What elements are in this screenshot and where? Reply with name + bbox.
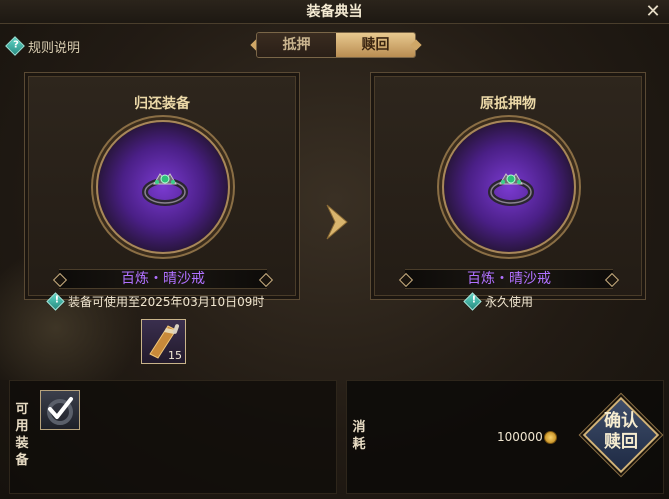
- available-equipment-area: 可用装备: [9, 380, 337, 494]
- permanent-info: ! 永久使用: [463, 291, 534, 311]
- return-equipment-panel: 归还装备 百炼・晴沙戒: [24, 72, 300, 300]
- scroll-quantity: 15: [168, 349, 182, 362]
- chevron-right-icon: [326, 204, 348, 240]
- window-title: 装备典当: [306, 4, 363, 20]
- permanent-text: 永久使用: [485, 294, 534, 309]
- original-collateral-panel: 原抵押物 百炼・晴沙戒: [370, 72, 646, 300]
- equipped-check-icon: [47, 397, 73, 425]
- confirm-button-label: 确认 赎回: [604, 411, 638, 452]
- item-medallion-right[interactable]: [442, 120, 576, 254]
- tab-redeem[interactable]: 赎回: [336, 33, 415, 57]
- cost-value: 100000: [497, 430, 543, 444]
- help-icon: ?: [5, 36, 25, 56]
- confirm-redeem-button[interactable]: 确认 赎回: [582, 396, 660, 474]
- panel-title-original: 原抵押物: [480, 96, 536, 112]
- window-titlebar: 装备典当 ✕: [0, 0, 669, 24]
- coin-icon: [544, 431, 557, 444]
- available-equipment-label: 可用装备: [15, 402, 29, 468]
- expiry-text: 装备可使用至2025年03月10日09时: [68, 294, 265, 309]
- close-button[interactable]: ✕: [643, 2, 663, 22]
- item-name-right: 百炼・晴沙戒: [405, 269, 613, 289]
- ring-icon: [142, 173, 188, 206]
- scroll-item-slot[interactable]: 15: [141, 319, 186, 364]
- equipment-slot[interactable]: [40, 390, 80, 430]
- item-medallion-left[interactable]: [96, 120, 230, 254]
- exclamation-icon: !: [463, 291, 482, 311]
- expiry-info: ! 装备可使用至2025年03月10日09时: [46, 291, 265, 311]
- exclamation-icon: !: [46, 291, 65, 311]
- tab-mortgage[interactable]: 抵押: [257, 33, 336, 57]
- rules-button[interactable]: ? 规则说明: [5, 36, 81, 56]
- ring-icon: [488, 173, 534, 206]
- cost-label: 消耗: [352, 420, 366, 452]
- panel-title-return: 归还装备: [134, 96, 190, 112]
- rules-label: 规则说明: [28, 40, 81, 56]
- item-name-left: 百炼・晴沙戒: [59, 269, 267, 289]
- close-icon: ✕: [645, 1, 661, 22]
- tab-bar: 抵押 赎回: [256, 32, 416, 58]
